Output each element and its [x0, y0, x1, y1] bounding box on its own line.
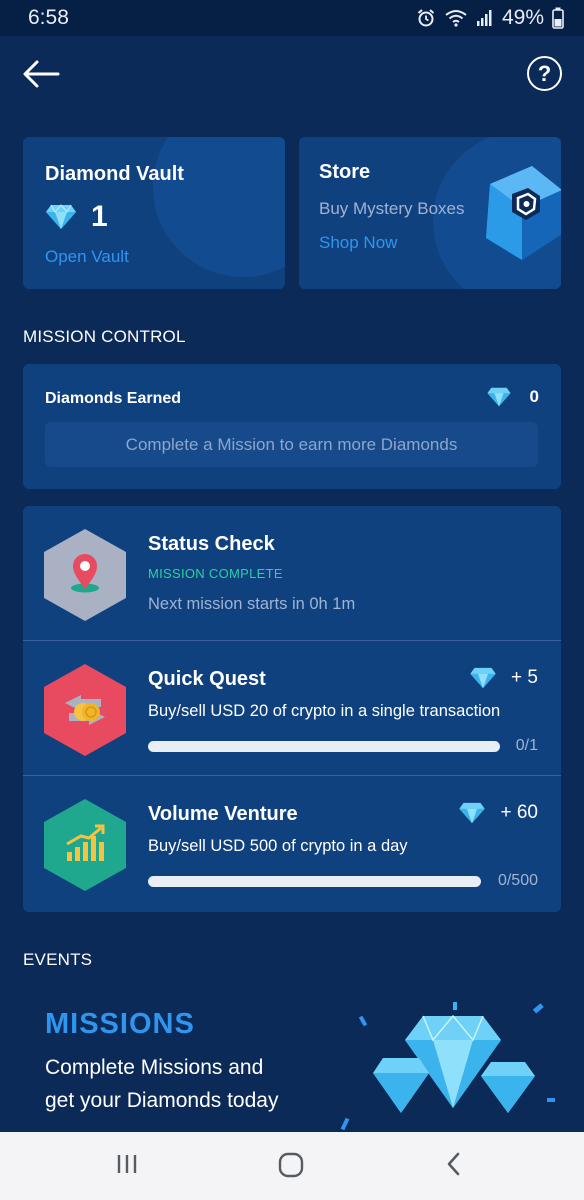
arrow-left-icon — [23, 60, 60, 88]
system-nav-bar — [0, 1132, 584, 1200]
diamond-icon — [459, 802, 486, 824]
mission-description: Next mission starts in 0h 1m — [148, 595, 356, 613]
location-pin-icon — [44, 529, 126, 621]
home-icon — [278, 1152, 304, 1178]
mission-status: MISSION COMPLETE — [148, 566, 283, 581]
missions-list: Status Check MISSION COMPLETE Next missi… — [23, 506, 561, 912]
diamonds-illustration — [340, 1002, 555, 1131]
status-icons: 49% — [416, 6, 564, 30]
alarm-icon — [417, 9, 435, 27]
mission-control-title: MISSION CONTROL — [23, 327, 186, 346]
diamond-vault-card[interactable]: Diamond Vault 1 Open Vault — [23, 137, 285, 289]
battery-text: 49% — [501, 6, 544, 29]
recent-apps-icon — [117, 1155, 137, 1173]
status-time: 6:58 — [28, 6, 69, 29]
mystery-box-icon — [486, 166, 561, 260]
mission-reward-value: + 60 — [500, 802, 538, 823]
vault-count: 1 — [45, 200, 108, 234]
signal-icon — [476, 10, 492, 26]
home-button[interactable] — [278, 1152, 304, 1183]
mission-item[interactable]: Status Check MISSION COMPLETE Next missi… — [23, 506, 561, 641]
card-glow — [153, 137, 285, 277]
mission-progress-bar — [148, 876, 481, 887]
help-icon: ? — [537, 60, 552, 86]
mission-title: Volume Venture — [148, 803, 298, 825]
growth-chart-icon — [44, 799, 126, 891]
mission-description: Buy/sell USD 20 of crypto in a single tr… — [148, 702, 501, 720]
mission-description: Buy/sell USD 500 of crypto in a day — [148, 837, 408, 855]
mission-reward-value: + 5 — [511, 667, 538, 688]
help-button[interactable]: ? — [527, 56, 562, 91]
mission-item[interactable]: Quick Quest + 5 Buy/sell USD 20 of crypt… — [23, 641, 561, 776]
vault-title: Diamond Vault — [45, 163, 184, 185]
back-button[interactable] — [22, 58, 60, 90]
store-card[interactable]: Store Buy Mystery Boxes Shop Now — [299, 137, 561, 289]
wifi-icon — [445, 10, 467, 27]
mission-progress-text: 0/500 — [497, 872, 538, 889]
diamonds-earned-title: Diamonds Earned — [45, 390, 182, 407]
exchange-coins-icon — [44, 664, 126, 756]
back-nav-button[interactable] — [444, 1152, 464, 1181]
banner-line-2: get your Diamonds today — [45, 1089, 279, 1112]
top-nav: ? — [0, 36, 584, 116]
missions-event-banner[interactable]: MISSIONS Complete Missions and get your … — [23, 988, 561, 1133]
mission-reward: + 60 — [458, 802, 538, 824]
shop-now-link[interactable]: Shop Now — [319, 233, 397, 253]
status-bar: 6:58 49% — [0, 0, 584, 36]
diamond-icon — [470, 667, 496, 689]
chevron-left-icon — [447, 1152, 460, 1176]
store-subtitle: Buy Mystery Boxes — [319, 199, 465, 218]
diamonds-earned-card: Diamonds Earned 0 Complete a Mission to … — [23, 364, 561, 489]
diamond-icon — [486, 387, 511, 407]
mission-progress-bar — [148, 741, 500, 752]
earn-hint: Complete a Mission to earn more Diamonds — [45, 422, 538, 467]
diamonds-earned-count: 0 — [529, 387, 539, 406]
mission-progress-text: 0/1 — [515, 737, 538, 754]
recent-apps-button[interactable] — [115, 1152, 139, 1181]
mission-reward: + 5 — [469, 667, 538, 689]
open-vault-link[interactable]: Open Vault — [45, 247, 129, 267]
battery-icon — [552, 7, 564, 29]
vault-count-value: 1 — [91, 200, 108, 233]
mission-item[interactable]: Volume Venture + 60 Buy/sell USD 500 of … — [23, 776, 561, 911]
store-title: Store — [319, 161, 371, 183]
mission-title: Status Check — [148, 533, 275, 555]
events-title: EVENTS — [23, 950, 93, 969]
diamond-icon — [46, 204, 76, 229]
diamonds-earned-value: 0 — [486, 387, 539, 407]
mission-title: Quick Quest — [148, 668, 266, 690]
banner-line-1: Complete Missions and — [45, 1056, 264, 1079]
banner-heading: MISSIONS — [45, 1008, 195, 1040]
